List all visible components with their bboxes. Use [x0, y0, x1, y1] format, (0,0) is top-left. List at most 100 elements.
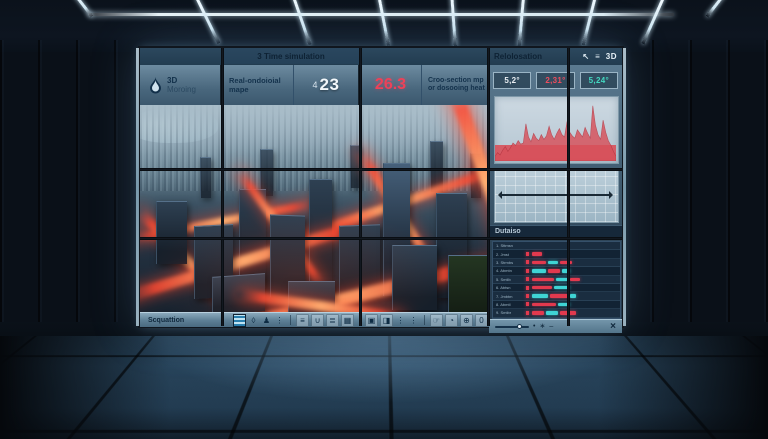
table-row[interactable]: 4. Abmtn: [493, 267, 620, 275]
person-icon[interactable]: ♟: [261, 315, 272, 326]
archive-icon[interactable]: ▦: [341, 314, 354, 327]
logo-line1: 3D: [167, 76, 177, 85]
map-header-cell: Real-ondoioial mape 4 23: [222, 65, 360, 105]
red-bar: [560, 261, 572, 264]
row-label: 4. Abmtn: [493, 268, 526, 273]
population-value: 23: [320, 75, 340, 95]
bezel: [221, 48, 224, 326]
dots-icon[interactable]: ⋮: [408, 315, 419, 326]
row-alert-dot: [526, 286, 529, 290]
bezel: [140, 168, 622, 171]
logo-text: 3D Moroing: [167, 76, 196, 94]
value-box: 5,24°: [580, 72, 618, 89]
layers-icon[interactable]: [233, 314, 246, 327]
droplet-logo-icon: [149, 77, 162, 94]
temperature-header-cell: 26.3 Croo-section mp or dosooing heat: [360, 65, 489, 105]
bezel: [567, 48, 570, 326]
ceiling-light-strip: [195, 0, 220, 44]
logo-line2: Moroing: [167, 85, 196, 94]
cursor-icon[interactable]: ↖: [582, 52, 589, 61]
red-bar: [532, 261, 546, 264]
red-bar: [532, 278, 554, 281]
floor-shadow: [0, 336, 768, 439]
right-panel-titlebar: Relolosation ↖ ≡ 3D: [489, 48, 622, 64]
map-label: Real-ondoioial mape: [222, 65, 294, 105]
table-row[interactable]: 8. Abmtl: [493, 301, 620, 309]
data-table: 1. Sttmsn 2. Jmst 3. Strmbs 4. Abmtn 5. Smtl…: [492, 241, 621, 319]
value-readout-row: 5,2°2,31°5,24°: [493, 72, 618, 89]
row-label: 9. Smtbr: [493, 310, 526, 315]
red-bar: [570, 278, 580, 281]
red-bar: [548, 269, 560, 272]
toolbar-label: Scquattion: [140, 317, 232, 324]
heat-histogram-chart: [495, 97, 616, 161]
menu-icon[interactable]: ≡: [595, 52, 600, 61]
analytics-panel: 5,2°2,31°5,24° Dutaiso 1. Sttmsn2. Jmst3…: [489, 65, 622, 326]
toolbar-separator: [290, 315, 291, 325]
row-label: 6. Abtsn: [493, 285, 526, 290]
table-row[interactable]: 2. Jmst: [493, 250, 620, 258]
red-bar: [532, 286, 552, 289]
row-alert-dot: [526, 252, 529, 256]
teal-bar: [532, 294, 548, 297]
anchor-icon[interactable]: ∗: [539, 323, 545, 330]
ceiling-light-strip: [582, 0, 597, 46]
mini-slider[interactable]: [495, 326, 529, 328]
panel-mini-toolbar: • ∗ ‒ ×: [489, 319, 622, 333]
droplet-icon[interactable]: ◊: [248, 315, 259, 326]
row-label: 3. Strmbs: [493, 260, 526, 265]
row-alert-dot: [526, 311, 529, 315]
red-bar: [550, 294, 568, 297]
range-double-arrow[interactable]: [499, 194, 612, 196]
person-count-icon: 4: [313, 80, 318, 90]
minus-icon[interactable]: ‒: [549, 323, 553, 330]
bezel: [140, 237, 622, 240]
ceiling-light-strip: [518, 0, 526, 46]
row-label: 8. Abmtl: [493, 302, 526, 307]
value-box: 5,2°: [493, 72, 531, 89]
slider-knob[interactable]: [517, 324, 522, 329]
list-icon[interactable]: ≣: [326, 314, 339, 327]
ceiling-light-strip: [450, 0, 457, 46]
dots-icon[interactable]: ⋮: [395, 315, 406, 326]
dots-icon[interactable]: ⋮: [274, 315, 285, 326]
control-room-scene: 3 Time simulation Relolosation ↖ ≡ 3D 3D…: [0, 0, 768, 439]
clock-icon[interactable]: ◔: [445, 314, 458, 327]
cross-section-range-panel[interactable]: [494, 169, 619, 223]
top-bar: 3 Time simulation Relolosation ↖ ≡ 3D: [140, 48, 622, 66]
table-row[interactable]: 5. Smtlb: [493, 276, 620, 284]
row-label: 2. Jmst: [493, 252, 526, 257]
left-wall: [0, 40, 140, 350]
red-bar: [532, 252, 542, 255]
logo-cell: 3D Moroing: [140, 65, 222, 105]
simulation-title: 3 Time simulation: [222, 48, 360, 64]
ceiling-light-strip: [292, 0, 312, 45]
globe-icon[interactable]: ⊕: [460, 314, 473, 327]
brush-icon[interactable]: ◨: [380, 314, 393, 327]
row-alert-dot: [526, 269, 529, 273]
video-wall-screen: 3 Time simulation Relolosation ↖ ≡ 3D 3D…: [140, 48, 622, 326]
table-row[interactable]: 6. Abtsn: [493, 284, 620, 292]
table-row[interactable]: 9. Smtbr: [493, 309, 620, 317]
heat-histogram-panel[interactable]: [494, 96, 619, 164]
table-row[interactable]: 7. Jmbtm: [493, 292, 620, 300]
monitor-icon[interactable]: ▣: [365, 314, 378, 327]
temperature-value: 26.3: [360, 65, 422, 105]
hand-icon[interactable]: ☞: [430, 314, 443, 327]
close-icon[interactable]: ×: [610, 322, 616, 332]
row-alert-dot: [526, 294, 529, 298]
view-mode-3d-button[interactable]: 3D: [606, 52, 617, 61]
lines-icon[interactable]: ≡: [296, 314, 309, 327]
red-bar: [532, 311, 544, 314]
power-icon[interactable]: ∪: [311, 314, 324, 327]
cross-section-label: Croo-section mp or dosooing heat: [422, 77, 489, 94]
table-row[interactable]: 3. Strmbs: [493, 259, 620, 267]
red-bar: [532, 303, 556, 306]
row-alert-dot: [526, 260, 529, 264]
dot-icon[interactable]: •: [533, 323, 535, 330]
teal-bar: [570, 294, 576, 297]
row-label: 5. Smtlb: [493, 277, 526, 282]
city-heatmap-view[interactable]: [140, 105, 489, 312]
teal-bar: [532, 269, 546, 272]
table-row[interactable]: 1. Sttmsn: [493, 242, 620, 250]
